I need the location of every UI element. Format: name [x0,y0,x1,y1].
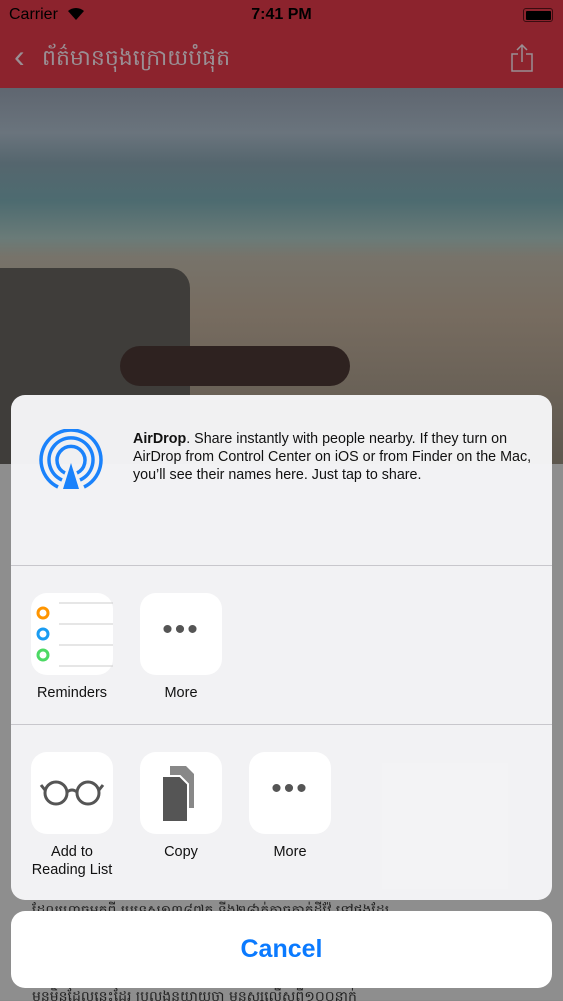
actions-row: Add to Reading List Copy ••• More [11,725,552,883]
more-apps-label: More [164,685,198,701]
battery-icon [523,8,553,22]
airdrop-section[interactable]: AirDrop. Share instantly with people nea… [11,395,552,565]
copy-button[interactable] [140,752,222,834]
more-icon: ••• [271,772,309,805]
more-icon: ••• [162,613,200,646]
more-apps-button[interactable]: ••• [140,593,222,675]
cancel-button[interactable]: Cancel [11,911,552,988]
back-button-title[interactable]: ព័ត៌មានចុងក្រោយបំផុត [42,44,230,76]
airdrop-description: AirDrop. Share instantly with people nea… [133,431,532,483]
more-actions-button[interactable]: ••• [249,752,331,834]
copy-icon [161,766,194,823]
share-icon[interactable] [511,44,533,72]
add-to-reading-list-label: Add to Reading List [31,844,113,878]
airdrop-icon [39,429,103,489]
reminders-label: Reminders [36,685,108,701]
back-chevron-icon[interactable]: ‹ [14,40,25,72]
share-sheet: AirDrop. Share instantly with people nea… [11,395,552,900]
glasses-icon [39,780,105,806]
apps-row: Reminders ••• More [11,566,552,724]
status-bar: Carrier 7:41 PM [0,0,563,30]
reminders-icon [36,602,113,667]
reminders-button[interactable] [31,593,113,675]
clock: 7:41 PM [251,6,312,23]
add-to-reading-list-button[interactable] [31,752,113,834]
copy-label: Copy [164,844,198,860]
more-actions-label: More [273,844,307,860]
nav-bar: ‹ ព័ត៌មានចុងក្រោយបំផុត [0,30,563,88]
